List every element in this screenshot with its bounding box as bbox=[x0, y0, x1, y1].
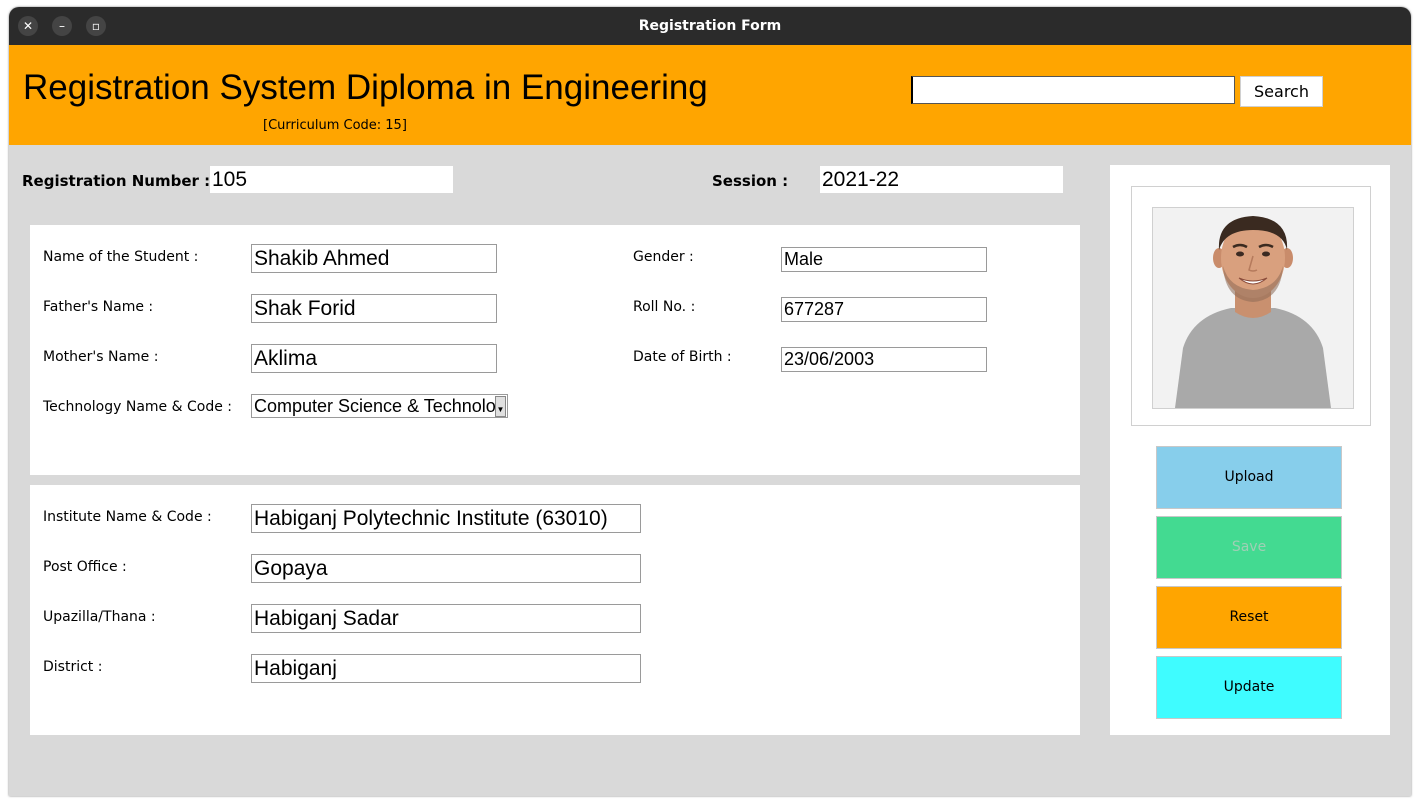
search-input[interactable] bbox=[911, 76, 1235, 104]
curriculum-code: [Curriculum Code: 15] bbox=[263, 118, 407, 133]
mother-name-label: Mother's Name : bbox=[43, 349, 159, 365]
registration-number-field[interactable]: 105 bbox=[210, 166, 453, 193]
technology-select[interactable]: Computer Science & Technolo ▼ bbox=[251, 394, 508, 418]
student-name-label: Name of the Student : bbox=[43, 249, 199, 265]
institute-field[interactable]: Habiganj Polytechnic Institute (63010) bbox=[251, 504, 641, 533]
technology-label: Technology Name & Code : bbox=[43, 399, 232, 415]
gender-label: Gender : bbox=[633, 249, 694, 265]
student-photo bbox=[1152, 207, 1354, 409]
upload-button[interactable]: Upload bbox=[1156, 446, 1342, 509]
gender-field[interactable]: Male bbox=[781, 247, 987, 272]
upazilla-field[interactable]: Habiganj Sadar bbox=[251, 604, 641, 633]
institute-label: Institute Name & Code : bbox=[43, 509, 212, 525]
registration-number-label: Registration Number : bbox=[22, 172, 211, 190]
session-field[interactable]: 2021-22 bbox=[820, 166, 1063, 193]
save-button[interactable]: Save bbox=[1156, 516, 1342, 579]
session-label: Session : bbox=[712, 172, 789, 190]
district-label: District : bbox=[43, 659, 103, 675]
upazilla-label: Upazilla/Thana : bbox=[43, 609, 156, 625]
dob-field[interactable]: 23/06/2003 bbox=[781, 347, 987, 372]
search-button[interactable]: Search bbox=[1240, 76, 1323, 107]
page-title: Registration System Diploma in Engineeri… bbox=[23, 68, 708, 107]
student-name-field[interactable]: Shakib Ahmed bbox=[251, 244, 497, 273]
chevron-down-icon[interactable]: ▼ bbox=[495, 396, 506, 417]
mother-name-field[interactable]: Aklima bbox=[251, 344, 497, 373]
title-bar: ✕ – ▫ Registration Form bbox=[9, 7, 1411, 46]
post-office-field[interactable]: Gopaya bbox=[251, 554, 641, 583]
roll-label: Roll No. : bbox=[633, 299, 696, 315]
reset-button[interactable]: Reset bbox=[1156, 586, 1342, 649]
roll-field[interactable]: 677287 bbox=[781, 297, 987, 322]
dob-label: Date of Birth : bbox=[633, 349, 732, 365]
window-title: Registration Form bbox=[638, 18, 782, 34]
father-name-field[interactable]: Shak Forid bbox=[251, 294, 497, 323]
update-button[interactable]: Update bbox=[1156, 656, 1342, 719]
district-field[interactable]: Habiganj bbox=[251, 654, 641, 683]
post-office-label: Post Office : bbox=[43, 559, 127, 575]
header-banner: Registration System Diploma in Engineeri… bbox=[9, 45, 1411, 145]
app-window: ✕ – ▫ Registration Form Registration Sys… bbox=[9, 7, 1411, 796]
student-photo-image bbox=[1153, 208, 1353, 408]
technology-selected-value: Computer Science & Technolo bbox=[254, 396, 496, 416]
father-name-label: Father's Name : bbox=[43, 299, 154, 315]
